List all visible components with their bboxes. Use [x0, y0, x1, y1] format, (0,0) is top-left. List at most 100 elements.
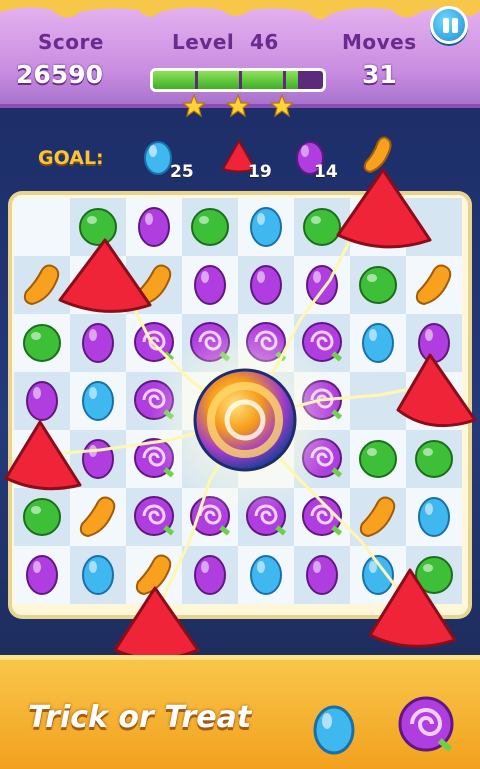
board-cell[interactable]: [70, 488, 126, 546]
board-cell[interactable]: [350, 430, 406, 488]
board-cell[interactable]: [14, 372, 70, 430]
board-cell[interactable]: [126, 488, 182, 546]
purple-candy-icon: [306, 265, 338, 305]
board-cell[interactable]: [350, 314, 406, 372]
board-cell[interactable]: [406, 198, 462, 256]
board-cell[interactable]: [294, 198, 350, 256]
game-board: [14, 198, 466, 612]
goal-count-blue: 25: [170, 162, 194, 182]
board-cell[interactable]: [350, 488, 406, 546]
board-cell[interactable]: [70, 546, 126, 604]
board-cell[interactable]: [406, 488, 462, 546]
board-cell[interactable]: [238, 488, 294, 546]
blue-candy-icon: [82, 555, 114, 595]
purple-candy-icon: [82, 439, 114, 479]
board-cell[interactable]: [406, 546, 462, 604]
board-cell[interactable]: [182, 546, 238, 604]
board-cell[interactable]: [126, 430, 182, 488]
orange-candy-icon: [415, 264, 452, 306]
board-cell[interactable]: [182, 430, 238, 488]
green-candy-icon: [191, 208, 229, 246]
board-cell[interactable]: [406, 430, 462, 488]
board-cell[interactable]: [14, 488, 70, 546]
board-cell[interactable]: [14, 546, 70, 604]
board-cell[interactable]: [238, 546, 294, 604]
score-value: 26590: [16, 60, 103, 89]
board-cell[interactable]: [238, 198, 294, 256]
board-cell[interactable]: [238, 372, 294, 430]
board-cell[interactable]: [182, 488, 238, 546]
goal-count-purple: 14: [314, 162, 338, 182]
swirl-candy-icon: [302, 380, 343, 420]
purple-candy-icon: [418, 323, 450, 363]
board-cell[interactable]: [294, 488, 350, 546]
board-cell[interactable]: [238, 314, 294, 372]
green-candy-icon: [415, 556, 453, 594]
board-cell[interactable]: [70, 256, 126, 314]
swirl-candy-icon: [134, 438, 175, 478]
score-label: Score: [38, 30, 104, 54]
board-cell[interactable]: [14, 314, 70, 372]
board-cell[interactable]: [238, 430, 294, 488]
board-cell[interactable]: [70, 314, 126, 372]
star-icon: [270, 94, 294, 118]
board-cell[interactable]: [350, 546, 406, 604]
board-cell[interactable]: [126, 372, 182, 430]
blue-candy-icon: [313, 705, 355, 755]
green-candy-icon: [23, 324, 61, 362]
swirl-candy-icon: [302, 496, 343, 536]
board-cell[interactable]: [182, 372, 238, 430]
board-cell[interactable]: [294, 546, 350, 604]
board-cell[interactable]: [126, 546, 182, 604]
score-progress-bar: [150, 68, 326, 92]
board-cell[interactable]: [294, 430, 350, 488]
blue-candy-icon: [82, 381, 114, 421]
blue-candy-icon: [250, 207, 282, 247]
purple-candy-icon: [138, 207, 170, 247]
board-cell[interactable]: [406, 256, 462, 314]
orange-candy-icon: [23, 264, 60, 306]
board-cell[interactable]: [126, 198, 182, 256]
board-cell[interactable]: [70, 198, 126, 256]
board-cell[interactable]: [350, 372, 406, 430]
board-cell[interactable]: [126, 314, 182, 372]
board-cell[interactable]: [182, 314, 238, 372]
pause-button[interactable]: [430, 6, 468, 44]
green-candy-icon: [79, 208, 117, 246]
board-cell[interactable]: [294, 256, 350, 314]
board-cell[interactable]: [14, 198, 70, 256]
purple-candy-icon: [194, 265, 226, 305]
green-candy-icon: [359, 440, 397, 478]
orange-candy-icon: [135, 554, 172, 596]
board-cell[interactable]: [126, 256, 182, 314]
board-cell[interactable]: [182, 198, 238, 256]
slogan-text: Trick or Treat: [28, 700, 252, 735]
purple-candy-icon: [306, 555, 338, 595]
board-cell[interactable]: [294, 314, 350, 372]
board-cell[interactable]: [350, 256, 406, 314]
blue-candy-icon: [250, 555, 282, 595]
swirl-candy-icon: [134, 322, 175, 362]
board-cell[interactable]: [406, 372, 462, 430]
star-icon: [182, 94, 206, 118]
swirl-candy-icon: [246, 496, 287, 536]
swirl-candy-icon: [190, 322, 231, 362]
board-cell[interactable]: [14, 430, 70, 488]
board-cell[interactable]: [70, 430, 126, 488]
blue-candy-icon: [418, 497, 450, 537]
progress-divider: [195, 71, 198, 89]
star-icon: [226, 94, 250, 118]
board-cell[interactable]: [70, 372, 126, 430]
board-cell[interactable]: [238, 256, 294, 314]
board-cell[interactable]: [294, 372, 350, 430]
progress-divider: [283, 71, 286, 89]
board-cell[interactable]: [14, 256, 70, 314]
swirl-candy-icon: [302, 438, 343, 478]
pause-icon: [443, 18, 449, 33]
swirl-lollipop-icon: [398, 696, 454, 752]
swirl-candy-icon: [134, 380, 175, 420]
moves-label: Moves: [342, 30, 417, 54]
board-cell[interactable]: [182, 256, 238, 314]
board-cell[interactable]: [406, 314, 462, 372]
board-cell[interactable]: [350, 198, 406, 256]
